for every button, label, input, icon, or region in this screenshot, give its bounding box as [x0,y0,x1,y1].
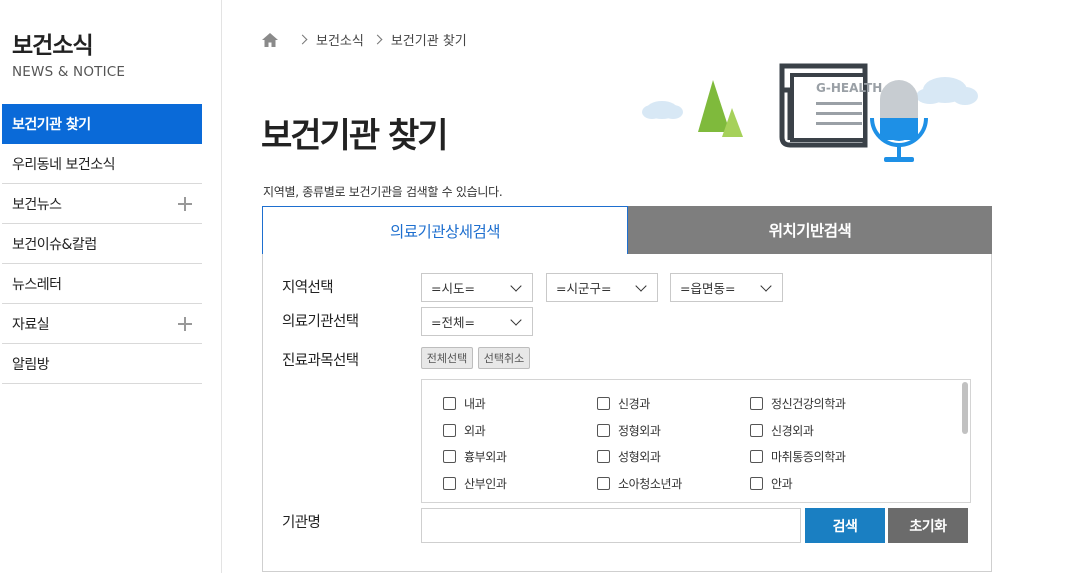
home-icon[interactable] [261,32,279,48]
sidebar-item-label: 보건기관 찾기 [12,117,91,133]
plus-icon[interactable] [178,196,192,211]
chevron-down-icon [635,280,647,292]
sidebar: 보건소식 NEWS & NOTICE 보건기관 찾기 우리동네 보건소식 보건뉴… [0,0,222,573]
department-label-text: 정형외과 [618,424,661,438]
department-checkbox[interactable]: 마취통증의학과 [750,448,846,465]
department-checkbox[interactable]: 신경과 [597,395,650,412]
institution-name-label: 기관명 [282,515,321,531]
department-checkbox[interactable]: 외과 [443,422,486,439]
department-label-text: 정신건강의학과 [771,397,846,411]
sidebar-item-find-institution[interactable]: 보건기관 찾기 [2,104,202,144]
sigungu-select[interactable]: =시군구= [546,273,658,302]
department-label-text: 흉부외과 [464,450,507,464]
department-label-text: 안과 [771,477,793,491]
chevron-right-icon [372,34,383,45]
department-list[interactable]: 내과 신경과 정신건강의학과 외과 정형외과 신경외과 흉부외과 성형외과 마취… [421,379,971,503]
search-tabs: 의료기관상세검색 위치기반검색 [262,206,992,254]
region-label: 지역선택 [282,280,334,296]
g-health-illustration: G-HEALTH [642,63,978,162]
checkbox[interactable] [597,397,610,410]
department-checkbox[interactable]: 흉부외과 [443,448,507,465]
department-checkbox[interactable]: 정형외과 [597,422,661,439]
checkbox[interactable] [750,424,763,437]
sidebar-menu: 보건기관 찾기 우리동네 보건소식 보건뉴스 보건이슈&칼럼 뉴스레터 자료실 … [2,104,202,384]
chevron-down-icon [510,280,522,292]
department-label: 진료과목선택 [282,353,359,369]
plus-icon[interactable] [178,316,192,331]
illustration-label: G-HEALTH [816,81,882,95]
sidebar-item-local-news[interactable]: 우리동네 보건소식 [2,144,202,184]
search-button[interactable]: 검색 [805,508,885,543]
chevron-down-icon [760,280,772,292]
institution-name-input[interactable] [421,508,801,543]
sidebar-item-label: 보건이슈&칼럼 [12,236,97,253]
checkbox[interactable] [750,477,763,490]
select-all-button[interactable]: 전체선택 [421,347,473,369]
eupmyeondong-select[interactable]: =읍면동= [670,273,783,302]
department-label-text: 성형외과 [618,450,661,464]
sidebar-item-label: 우리동네 보건소식 [12,156,116,173]
checkbox[interactable] [443,397,456,410]
deselect-button[interactable]: 선택취소 [478,347,530,369]
breadcrumb-item[interactable]: 보건소식 [316,30,364,49]
department-checkbox[interactable]: 산부인과 [443,475,507,492]
department-checkbox[interactable]: 성형외과 [597,448,661,465]
department-label-text: 마취통증의학과 [771,450,846,464]
tab-location-search[interactable]: 위치기반검색 [628,206,992,254]
sidebar-item-label: 보건뉴스 [12,196,62,213]
page-description: 지역별, 종류별로 보건기관을 검색할 수 있습니다. [263,185,503,199]
department-label-text: 외과 [464,424,486,438]
sigungu-select-value: =시군구= [556,281,612,296]
department-label-text: 소아청소년과 [618,477,682,491]
sidebar-item-newsletter[interactable]: 뉴스레터 [2,264,202,304]
checkbox[interactable] [443,450,456,463]
eupmyeondong-select-value: =읍면동= [680,281,736,296]
institution-label: 의료기관선택 [282,314,359,330]
sidebar-item-notice[interactable]: 알림방 [2,344,202,384]
department-label-text: 산부인과 [464,477,507,491]
chevron-down-icon [510,314,522,326]
institution-select[interactable]: =전체= [421,307,533,336]
checkbox[interactable] [597,477,610,490]
department-checkbox[interactable]: 신경외과 [750,422,814,439]
department-checkbox[interactable]: 정신건강의학과 [750,395,846,412]
sidebar-subtitle: NEWS & NOTICE [12,64,126,80]
sidebar-item-issue-column[interactable]: 보건이슈&칼럼 [2,224,202,264]
institution-select-value: =전체= [431,315,475,330]
page-title: 보건기관 찾기 [261,116,449,156]
checkbox[interactable] [597,424,610,437]
sidebar-item-label: 자료실 [12,316,50,333]
scrollbar-thumb[interactable] [962,382,968,434]
sidebar-item-archive[interactable]: 자료실 [2,304,202,344]
chevron-right-icon [297,34,308,45]
tab-detailed-search[interactable]: 의료기관상세검색 [262,206,628,254]
sidebar-item-health-news[interactable]: 보건뉴스 [2,184,202,224]
checkbox[interactable] [750,450,763,463]
department-label-text: 신경외과 [771,424,814,438]
sido-select-value: =시도= [431,281,475,296]
department-label-text: 내과 [464,397,486,411]
department-checkbox[interactable]: 내과 [443,395,486,412]
checkbox[interactable] [597,450,610,463]
checkbox[interactable] [443,477,456,490]
department-checkbox[interactable]: 소아청소년과 [597,475,682,492]
reset-button[interactable]: 초기화 [888,508,968,543]
checkbox[interactable] [750,397,763,410]
department-checkbox[interactable]: 안과 [750,475,793,492]
checkbox[interactable] [443,424,456,437]
breadcrumb: 보건소식 보건기관 찾기 [261,30,467,49]
sidebar-title: 보건소식 [12,33,94,59]
breadcrumb-item-current[interactable]: 보건기관 찾기 [391,30,467,49]
sidebar-item-label: 알림방 [12,356,50,373]
sidebar-item-label: 뉴스레터 [12,276,62,293]
sido-select[interactable]: =시도= [421,273,533,302]
department-label-text: 신경과 [618,397,650,411]
